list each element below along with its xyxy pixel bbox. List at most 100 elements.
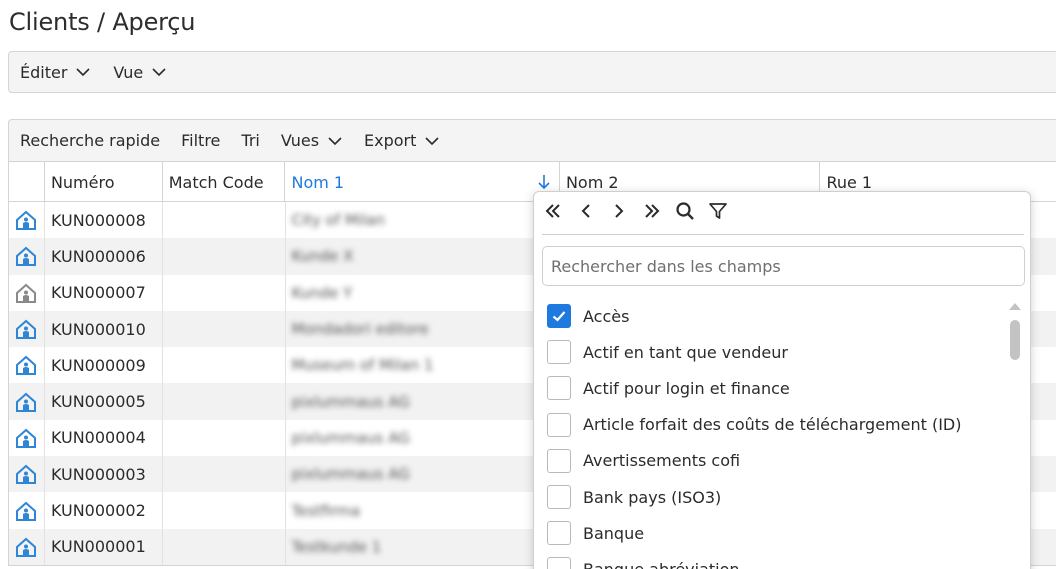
quick-search-button[interactable]: Recherche rapide: [20, 131, 160, 150]
field-option[interactable]: Banque abréviation: [547, 551, 997, 569]
field-checkbox[interactable]: [547, 304, 571, 329]
cell-match-code: [163, 238, 286, 275]
cell-nom-1: pixlummaus AG: [286, 419, 560, 457]
field-option-label: Banque abréviation: [583, 560, 740, 569]
cell-match-code: [163, 492, 286, 529]
quick-search-label: Recherche rapide: [20, 131, 161, 150]
first-page-icon[interactable]: [542, 200, 564, 222]
checkmark-icon: [552, 311, 566, 322]
cell-nom-1: Museum of Milan 1: [286, 347, 560, 384]
row-icon-cell: [9, 383, 45, 420]
house-icon-blue: [16, 319, 37, 340]
cell-nom-1-text: pixlummaus AG: [291, 465, 410, 484]
column-header-match-code[interactable]: Match Code: [163, 162, 286, 202]
house-icon-blue: [16, 537, 37, 557]
cell-nom-1: Kunde X: [286, 238, 560, 275]
row-icon-cell: [9, 202, 45, 239]
house-icon-blue: [16, 428, 37, 448]
prev-icon[interactable]: [575, 200, 597, 222]
chevron-down-icon: [75, 64, 91, 80]
chevron-down-icon: [327, 133, 343, 149]
column-header-nom-1-label: Nom 1: [291, 172, 345, 192]
field-checkbox[interactable]: [547, 412, 571, 437]
cell-numero: KUN000001: [45, 528, 163, 565]
column-header-icon[interactable]: [9, 162, 45, 202]
edit-menu-button[interactable]: Éditer: [20, 63, 91, 82]
field-checkbox[interactable]: [547, 376, 571, 401]
cell-numero: KUN000008: [45, 202, 163, 239]
views-button[interactable]: Vues: [281, 131, 343, 150]
field-option-label: Bank pays (ISO3): [583, 487, 722, 507]
filter-button[interactable]: Filtre: [181, 131, 220, 150]
field-chooser-popup: Accès Actif en tant que vendeur Actif pour…: [533, 191, 1031, 569]
field-checkbox[interactable]: [547, 521, 571, 546]
field-checkbox[interactable]: [547, 485, 571, 510]
field-list-scrollbar-thumb[interactable]: [1010, 320, 1020, 360]
field-option[interactable]: Avertissements cofi: [547, 443, 997, 479]
cell-match-code: [163, 528, 286, 565]
export-label: Export: [364, 131, 417, 150]
field-option-label: Article forfait des coûts de téléchargem…: [583, 415, 962, 435]
cell-nom-1-text: pixlummaus AG: [291, 392, 410, 411]
field-search-input[interactable]: [542, 246, 1025, 286]
row-icon-cell: [9, 347, 45, 384]
cell-nom-1-text: Kunde X: [291, 247, 354, 266]
next-icon[interactable]: [608, 200, 630, 222]
house-icon-blue: [16, 355, 37, 376]
column-header-numero[interactable]: Numéro: [45, 162, 163, 202]
search-icon[interactable]: [674, 200, 696, 222]
cell-numero: KUN000005: [45, 383, 163, 420]
last-page-icon[interactable]: [641, 200, 663, 222]
edit-menu-label: Éditer: [20, 62, 68, 82]
field-chooser-toolbar: [542, 200, 740, 222]
field-option-label: Banque: [583, 523, 645, 543]
scroll-up-arrow-icon[interactable]: [1008, 301, 1022, 311]
views-label: Vues: [280, 131, 320, 150]
grid-toolbar: Recherche rapide Filtre Tri Vues Export: [8, 119, 1056, 161]
cell-numero: KUN000007: [45, 274, 163, 311]
cell-nom-1: City of Milan: [286, 202, 560, 239]
cell-numero: KUN000003: [45, 456, 163, 493]
column-header-nom-1[interactable]: Nom 1: [285, 162, 560, 202]
sort-button[interactable]: Tri: [241, 131, 259, 150]
cell-match-code: [163, 456, 286, 493]
chevron-down-icon: [424, 133, 440, 149]
field-option[interactable]: Accès: [547, 298, 997, 334]
filter-label: Filtre: [181, 131, 221, 150]
sort-label: Tri: [241, 131, 260, 150]
cell-match-code: [163, 383, 286, 420]
row-icon-cell: [9, 528, 45, 565]
field-checkbox[interactable]: [547, 340, 571, 365]
field-chooser-divider: [542, 234, 1024, 235]
cell-nom-1-text: Museum of Milan 1: [291, 356, 434, 375]
field-checkbox[interactable]: [547, 448, 571, 473]
cell-match-code: [163, 202, 286, 239]
field-checkbox[interactable]: [547, 557, 571, 569]
field-option[interactable]: Banque: [547, 515, 997, 551]
field-option[interactable]: Bank pays (ISO3): [547, 479, 997, 515]
cell-nom-1-text: Kunde Y: [291, 283, 353, 302]
row-icon-cell: [9, 456, 45, 493]
cell-match-code: [163, 274, 286, 311]
filter-icon[interactable]: [707, 200, 729, 222]
cell-numero: KUN000010: [45, 310, 163, 348]
house-icon-blue: [16, 464, 37, 485]
sort-down-arrow-icon[interactable]: [537, 174, 551, 190]
field-option[interactable]: Actif pour login et finance: [547, 370, 997, 406]
row-icon-cell: [9, 419, 45, 457]
cell-nom-1-text: Mondadori editore: [291, 320, 429, 339]
cell-numero: KUN000006: [45, 238, 163, 275]
row-icon-cell: [9, 310, 45, 348]
field-option-label: Avertissements cofi: [583, 451, 741, 471]
cell-match-code: [163, 347, 286, 384]
house-icon-blue: [16, 210, 37, 231]
house-icon-blue: [16, 501, 37, 521]
export-button[interactable]: Export: [364, 131, 440, 150]
field-option[interactable]: Article forfait des coûts de téléchargem…: [547, 407, 997, 443]
field-option-label: Actif en tant que vendeur: [583, 342, 788, 362]
field-option[interactable]: Actif en tant que vendeur: [547, 334, 997, 370]
cell-nom-1: pixlummaus AG: [286, 383, 560, 420]
cell-nom-1: Mondadori editore: [286, 310, 560, 348]
cell-nom-1-text: Testkunde 1: [291, 537, 382, 556]
view-menu-button[interactable]: Vue: [113, 63, 167, 82]
